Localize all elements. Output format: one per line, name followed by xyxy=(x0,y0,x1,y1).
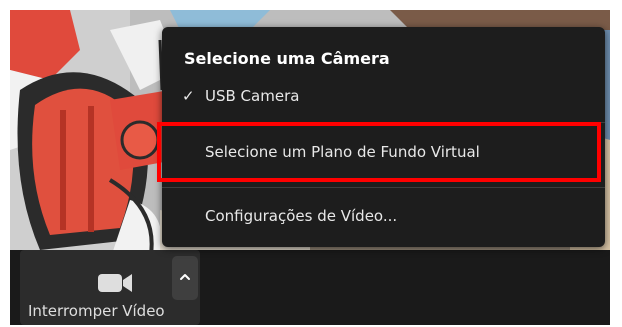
menu-item-usb-camera[interactable]: ✓ USB Camera xyxy=(162,82,605,110)
stop-video-button[interactable]: Interromper Vídeo xyxy=(20,250,200,325)
camera-menu-heading: Selecione uma Câmera xyxy=(184,49,390,68)
zoom-window: Interromper Vídeo Selecione uma Câmera ✓… xyxy=(10,10,610,325)
video-camera-icon xyxy=(98,274,132,292)
checkmark-icon: ✓ xyxy=(182,87,195,105)
menu-item-label: Configurações de Vídeo... xyxy=(205,207,398,225)
meeting-toolbar: Interromper Vídeo xyxy=(10,250,610,325)
stop-video-label: Interromper Vídeo xyxy=(28,302,165,320)
chevron-up-icon xyxy=(180,274,190,280)
video-options-button[interactable] xyxy=(172,256,198,300)
menu-item-label: USB Camera xyxy=(205,87,300,105)
menu-item-video-settings[interactable]: Configurações de Vídeo... xyxy=(162,202,605,230)
menu-divider xyxy=(162,187,605,188)
highlight-annotation xyxy=(157,122,601,182)
